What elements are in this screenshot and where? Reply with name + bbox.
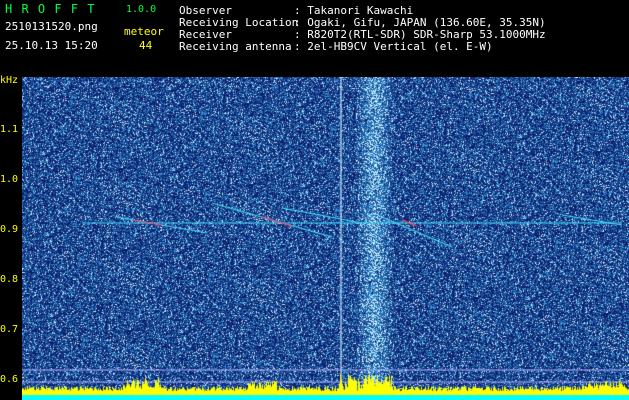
meteor-count-value: 44 bbox=[139, 39, 153, 52]
header-panel: H R O F F T 1.0.0 2510131520.png 25.10.1… bbox=[0, 0, 629, 74]
app-title: H R O F F T bbox=[5, 2, 96, 16]
y-tick-label: 1.1 bbox=[0, 124, 19, 135]
y-tick-label: 1.0 bbox=[0, 174, 19, 185]
info-label-antenna: Receiving antenna bbox=[179, 40, 292, 53]
spectrogram-canvas bbox=[22, 77, 629, 400]
y-tick-label: 0.8 bbox=[0, 274, 19, 285]
y-tick-label: 0.7 bbox=[0, 324, 19, 335]
info-value-antenna: : 2el-HB9CV Vertical (el. E-W) bbox=[294, 40, 493, 53]
image-filename: 2510131520.png bbox=[5, 20, 98, 33]
meteor-count-label: meteor bbox=[124, 25, 164, 38]
y-tick-label: 0.6 bbox=[0, 374, 19, 385]
y-tick-label: 0.9 bbox=[0, 224, 19, 235]
capture-timestamp: 25.10.13 15:20 bbox=[5, 39, 98, 52]
y-axis-unit: kHz bbox=[0, 75, 19, 86]
app-version: 1.0.0 bbox=[126, 4, 157, 15]
